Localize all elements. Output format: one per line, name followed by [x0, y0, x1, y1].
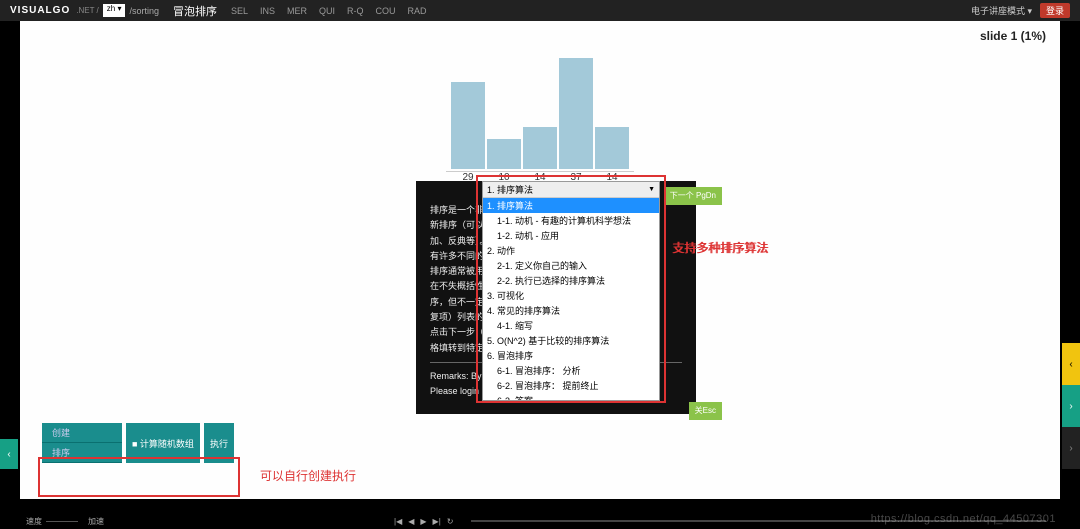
playback-controls: |◀ ◀ ▶ ▶| ↻	[394, 517, 453, 526]
dropdown-item[interactable]: 3. 可视化	[483, 288, 659, 303]
dropdown-item[interactable]: 1-1. 动机 - 有趣的计算机科学想法	[483, 213, 659, 228]
watermark: https://blog.csdn.net/qq_44507301	[871, 513, 1056, 525]
annotation-text-1: 支持多种排序算法	[672, 239, 768, 256]
bar[interactable]: 29	[451, 82, 485, 169]
accel-label: 加速	[88, 516, 104, 527]
next-button[interactable]: 下一个 PgDn	[664, 187, 722, 205]
chapter-dropdown[interactable]: 1. 排序算法 ▼ 1. 排序算法1-1. 动机 - 有趣的计算机科学想法1-2…	[482, 181, 660, 401]
dropdown-item[interactable]: 6-2. 冒泡排序： 提前终止	[483, 378, 659, 393]
random-button[interactable]: ■ 计算随机数组	[126, 423, 200, 463]
chevron-down-icon: ▼	[648, 186, 655, 193]
dropdown-item[interactable]: 4. 常见的排序算法	[483, 303, 659, 318]
exec-button[interactable]: 执行	[204, 423, 234, 463]
slide-indicator: slide 1 (1%)	[980, 29, 1046, 43]
dropdown-item[interactable]: 2-2. 执行已选择的排序算法	[483, 273, 659, 288]
login-button[interactable]: 登录	[1040, 3, 1070, 18]
create-tab[interactable]: 创建	[42, 423, 122, 443]
speed-label: 速度	[26, 516, 42, 527]
dropdown-item[interactable]: 4-1. 缩写	[483, 318, 659, 333]
path: /sorting	[129, 6, 159, 16]
bar[interactable]: 37	[559, 58, 593, 169]
annotation-text-2: 可以自行创建执行	[260, 467, 356, 484]
pager-black[interactable]: ›	[1062, 427, 1080, 469]
dropdown-item[interactable]: 2. 动作	[483, 243, 659, 258]
nav-rad[interactable]: RAD	[408, 6, 427, 16]
dropdown-header[interactable]: 1. 排序算法 ▼	[483, 182, 659, 198]
stage: slide 1 (1%) 2910143714 下一个 PgDn 排序是一个非常…	[20, 21, 1060, 499]
dropdown-item[interactable]: 2-1. 定义你自己的输入	[483, 258, 659, 273]
dropdown-item[interactable]: 1. 排序算法	[483, 198, 659, 213]
nav-rq[interactable]: R-Q	[347, 6, 364, 16]
bar-baseline	[446, 171, 634, 172]
sort-tab[interactable]: 排序	[42, 443, 122, 463]
bar[interactable]: 10	[487, 139, 521, 169]
top-bar: VISUALGO .NET / zh ▾ /sorting 冒泡排序 SEL I…	[0, 0, 1080, 21]
replay-icon[interactable]: ↻	[447, 517, 454, 526]
dropdown-item[interactable]: 1-2. 动机 - 应用	[483, 228, 659, 243]
skip-start-icon[interactable]: |◀	[394, 517, 402, 526]
mode-select[interactable]: 电子讲座模式 ▾	[971, 4, 1032, 17]
algo-nav: SEL INS MER QUI R-Q COU RAD	[231, 6, 427, 16]
pager-green[interactable]: ›	[1062, 385, 1080, 427]
algo-title[interactable]: 冒泡排序	[173, 3, 217, 19]
dropdown-item[interactable]: 6-1. 冒泡排序： 分析	[483, 363, 659, 378]
nav-ins[interactable]: INS	[260, 6, 275, 16]
play-icon[interactable]: ▶	[420, 517, 426, 526]
logo[interactable]: VISUALGO	[10, 5, 70, 16]
dropdown-item[interactable]: 5. O(N^2) 基于比较的排序算法	[483, 333, 659, 348]
dropdown-item[interactable]: 6-3. 答案	[483, 393, 659, 401]
control-pane: 创建 排序 ■ 计算随机数组 执行	[42, 423, 234, 463]
nav-sel[interactable]: SEL	[231, 6, 248, 16]
bar[interactable]: 14	[595, 127, 629, 169]
nav-cou[interactable]: COU	[376, 6, 396, 16]
bar[interactable]: 14	[523, 127, 557, 169]
logo-suffix: .NET /	[76, 6, 99, 15]
close-button[interactable]: 关Esc	[689, 402, 722, 420]
dropdown-item[interactable]: 6. 冒泡排序	[483, 348, 659, 363]
step-back-icon[interactable]: ◀	[408, 517, 414, 526]
annotation-box-2	[38, 457, 240, 497]
nav-mer[interactable]: MER	[287, 6, 307, 16]
side-pagers: ‹ › ›	[1062, 343, 1080, 469]
nav-qui[interactable]: QUI	[319, 6, 335, 16]
prev-pager[interactable]: ‹	[0, 439, 18, 469]
lang-select[interactable]: zh ▾	[103, 4, 126, 17]
bar-chart: 2910143714	[451, 49, 629, 169]
pager-yellow[interactable]: ‹	[1062, 343, 1080, 385]
step-forward-icon[interactable]: ▶|	[433, 517, 441, 526]
